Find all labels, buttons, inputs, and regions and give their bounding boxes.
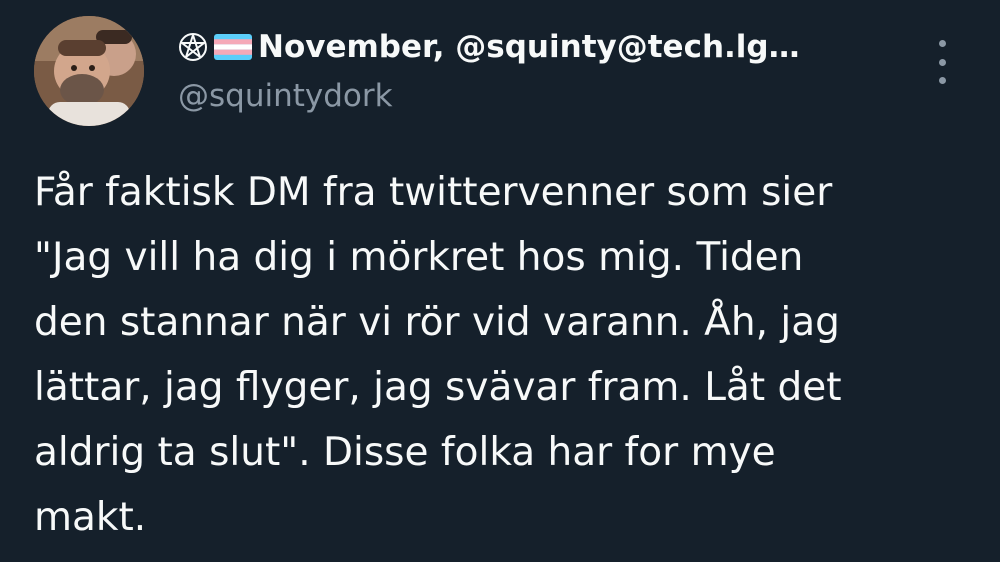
author-name-row[interactable]: November, @squinty@tech.lg… xyxy=(178,24,800,70)
tweet-text: Får faktisk DM fra twittervenner som sie… xyxy=(34,170,842,540)
avatar[interactable] xyxy=(34,16,144,126)
pentagram-icon xyxy=(178,32,208,62)
avatar-photo xyxy=(34,16,144,126)
more-options-icon[interactable] xyxy=(930,40,954,84)
more-dot xyxy=(938,58,946,66)
more-dot xyxy=(938,77,946,84)
trans-flag-icon xyxy=(214,34,252,60)
author-display-name[interactable]: November, @squinty@tech.lg… xyxy=(258,29,800,65)
author-handle[interactable]: @squintydork xyxy=(178,78,393,114)
more-dot xyxy=(938,40,946,47)
